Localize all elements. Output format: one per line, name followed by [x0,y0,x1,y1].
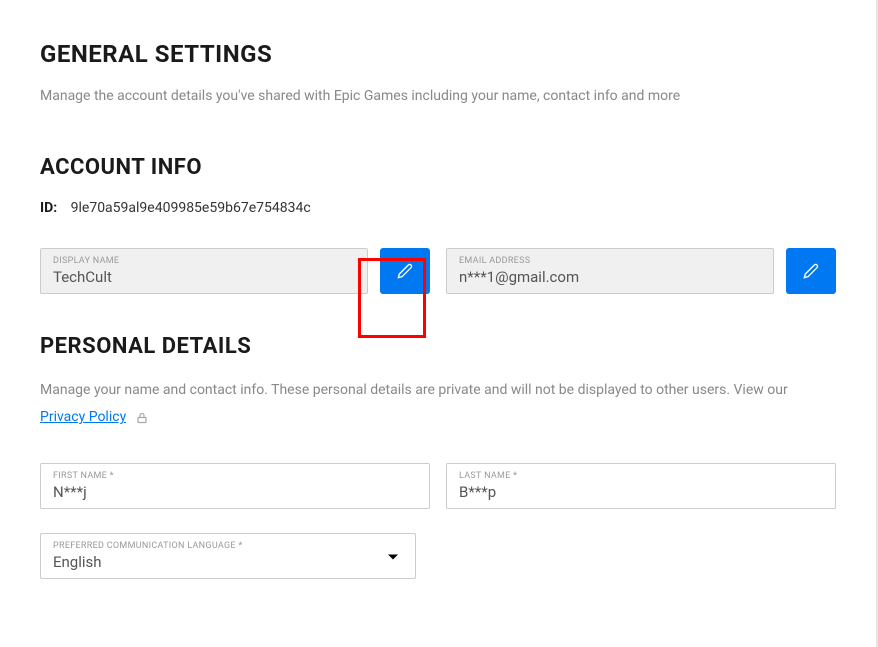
email-label: EMAIL ADDRESS [459,257,761,266]
last-name-label: LAST NAME * [459,472,823,481]
first-name-value: N***j [53,483,417,501]
account-info-title: ACCOUNT INFO [40,155,836,180]
personal-details-title: PERSONAL DETAILS [40,334,836,359]
first-name-field[interactable]: FIRST NAME * N***j [40,463,430,509]
language-value: English [53,553,403,571]
personal-details-info: Manage your name and contact info. These… [40,379,836,401]
general-settings-subtitle: Manage the account details you've shared… [40,86,836,107]
first-name-label: FIRST NAME * [53,472,417,481]
display-name-field: DISPLAY NAME TechCult [40,248,368,294]
last-name-field[interactable]: LAST NAME * B***p [446,463,836,509]
general-settings-title: GENERAL SETTINGS [40,40,836,68]
chevron-down-icon [387,547,399,566]
edit-email-button[interactable] [786,248,836,294]
account-id-label: ID: [40,200,57,216]
display-name-value: TechCult [53,268,355,286]
display-name-label: DISPLAY NAME [53,257,355,266]
pencil-icon [803,263,819,279]
account-id-row: ID: 9le70a59al9e409985e59b67e754834c [40,200,836,216]
email-value: n***1@gmail.com [459,268,761,286]
language-label: PREFERRED COMMUNICATION LANGUAGE * [53,542,403,551]
account-id-value: 9le70a59al9e409985e59b67e754834c [71,200,311,216]
lock-icon [136,410,148,424]
email-field: EMAIL ADDRESS n***1@gmail.com [446,248,774,294]
privacy-policy-link[interactable]: Privacy Policy [40,409,126,425]
edit-display-name-button[interactable] [380,248,430,294]
language-select[interactable]: PREFERRED COMMUNICATION LANGUAGE * Engli… [40,533,416,579]
pencil-icon [397,263,413,279]
last-name-value: B***p [459,483,823,501]
